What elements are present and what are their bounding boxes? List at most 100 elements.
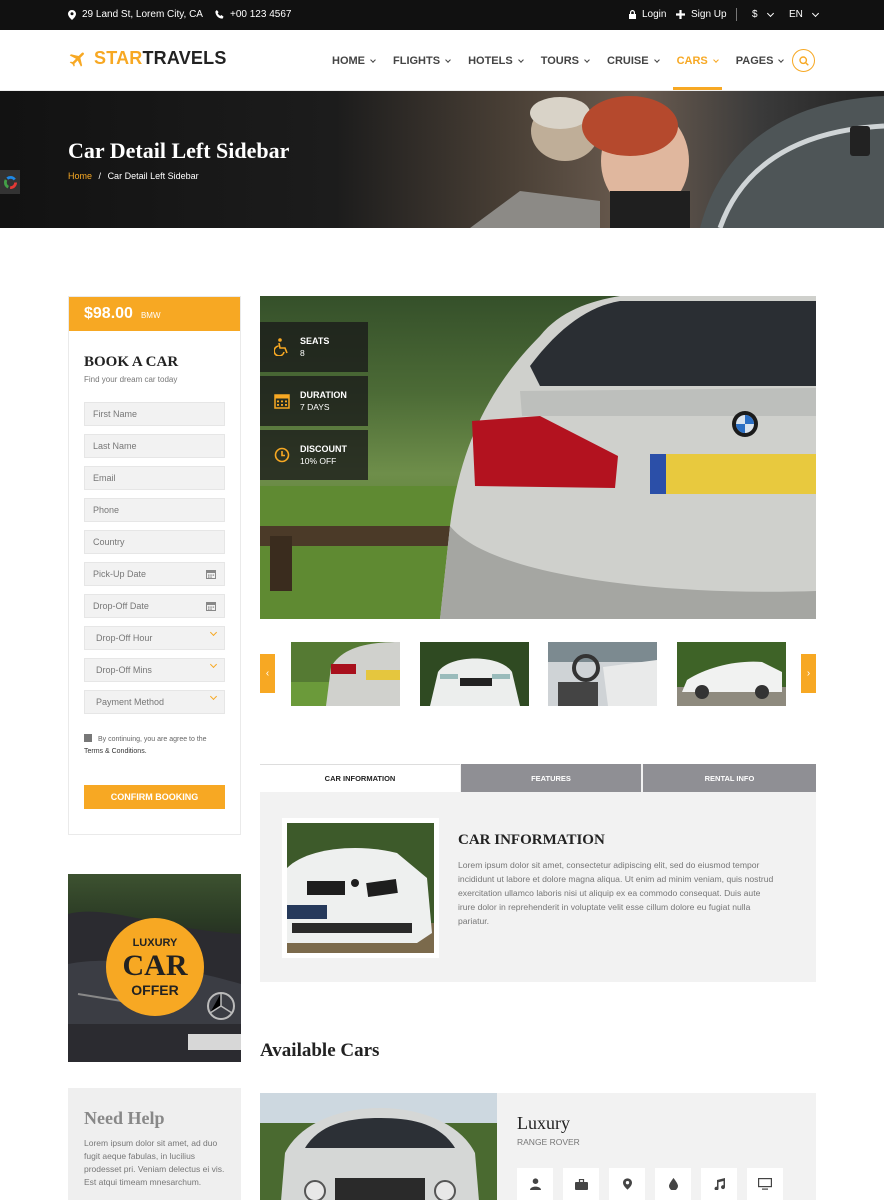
country-placeholder: Country xyxy=(93,537,125,547)
breadcrumb-home-link[interactable]: Home xyxy=(68,171,92,181)
tab-car-information[interactable]: CAR INFORMATION xyxy=(260,764,460,792)
language-select[interactable]: EN xyxy=(789,9,819,20)
confirm-booking-button[interactable]: CONFIRM BOOKING xyxy=(84,785,225,809)
car-card-photo xyxy=(260,1093,497,1200)
signup-link[interactable]: Sign Up xyxy=(676,9,727,20)
available-car-card[interactable]: Luxury RANGE ROVER xyxy=(260,1093,816,1200)
first-name-field[interactable]: First Name xyxy=(84,402,225,426)
color-wheel-icon xyxy=(3,175,17,189)
feature-passengers xyxy=(517,1168,553,1200)
chevron-down-icon xyxy=(445,56,451,63)
duration-label: DURATION xyxy=(300,390,347,400)
drop-icon xyxy=(668,1178,678,1190)
email-field[interactable]: Email xyxy=(84,466,225,490)
breadcrumb-separator: / xyxy=(98,171,102,181)
address-item: 29 Land St, Lorem City, CA xyxy=(68,9,203,20)
nav-hotels-label: HOTELS xyxy=(468,55,513,67)
gallery-prev-button[interactable]: ‹ xyxy=(260,654,275,693)
range-rover-photo xyxy=(260,1093,497,1200)
first-name-placeholder: First Name xyxy=(93,409,138,419)
terms-agreement: By continuing, you are agree to the Term… xyxy=(84,734,234,758)
terms-text: By continuing, you are agree to the xyxy=(98,736,207,743)
gallery-thumbnail-3[interactable] xyxy=(548,642,657,706)
nav-home-label: HOME xyxy=(332,55,365,67)
feature-music xyxy=(701,1168,737,1200)
car-info-image xyxy=(282,818,439,958)
tab-features[interactable]: FEATURES xyxy=(461,764,641,792)
seats-label: SEATS xyxy=(300,336,330,346)
offer-line-car: CAR xyxy=(122,948,188,982)
lock-icon xyxy=(629,10,636,19)
nav-flights-label: FLIGHTS xyxy=(393,55,441,67)
currency-select[interactable]: $ xyxy=(752,9,774,20)
monitor-icon xyxy=(758,1178,772,1190)
car-brand: BMW xyxy=(140,311,161,320)
login-link[interactable]: Login xyxy=(629,9,666,20)
offer-badge: LUXURY CAR OFFER xyxy=(106,918,204,1016)
booking-subtitle: Find your dream car today xyxy=(84,375,178,384)
terms-checkbox[interactable] xyxy=(84,734,92,742)
need-help-text: Lorem ipsum dolor sit amet, ad duo fugit… xyxy=(84,1138,225,1187)
logo-text-travels: TRAVELS xyxy=(142,48,227,68)
map-pin-icon xyxy=(68,9,76,20)
discount-label: DISCOUNT xyxy=(300,444,347,454)
car-info-title: CAR INFORMATION xyxy=(458,832,605,848)
country-field[interactable]: Country xyxy=(84,530,225,554)
nav-cruise[interactable]: CRUISE xyxy=(607,55,660,67)
address-text: 29 Land St, Lorem City, CA xyxy=(82,9,203,20)
phone-field[interactable]: Phone xyxy=(84,498,225,522)
nav-cars[interactable]: CARS xyxy=(672,55,722,90)
pickup-date-field[interactable]: Pick-Up Date xyxy=(84,562,225,586)
topbar-divider xyxy=(736,8,737,21)
nav-home[interactable]: HOME xyxy=(332,55,376,67)
last-name-field[interactable]: Last Name xyxy=(84,434,225,458)
chevron-down-icon xyxy=(370,56,376,63)
calendar-icon xyxy=(206,570,216,579)
chevron-down-icon xyxy=(766,9,774,17)
briefcase-icon xyxy=(574,1178,588,1190)
gallery-thumbnail-4[interactable] xyxy=(677,642,786,706)
dropoff-mins-select[interactable]: Drop-Off Mins xyxy=(84,658,225,682)
nav-tours[interactable]: TOURS xyxy=(541,55,590,67)
thumbnail-image xyxy=(677,642,786,706)
car-price: $98.00 xyxy=(84,305,133,322)
nav-pages[interactable]: PAGES xyxy=(736,55,785,67)
feature-luggage xyxy=(563,1168,599,1200)
color-picker-widget[interactable] xyxy=(0,170,20,194)
car-card-model: RANGE ROVER xyxy=(517,1137,580,1147)
payment-method-select[interactable]: Payment Method xyxy=(84,690,225,714)
main-nav: HOME FLIGHTS HOTELS TOURS CRUISE CARS PA… xyxy=(332,55,801,90)
tab-rental-info[interactable]: RENTAL INFO xyxy=(643,764,816,792)
terms-link[interactable]: Terms & Conditions. xyxy=(84,748,147,755)
booking-title: BOOK A CAR xyxy=(84,354,179,370)
seats-value: 8 xyxy=(300,348,305,358)
phone-item[interactable]: +00 123 4567 xyxy=(215,9,291,20)
main-header: STAR TRAVELS HOME FLIGHTS HOTELS TOURS CR… xyxy=(0,30,884,91)
gallery-thumbnail-1[interactable] xyxy=(291,642,400,706)
dropoff-date-field[interactable]: Drop-Off Date xyxy=(84,594,225,618)
calendar-icon xyxy=(206,602,216,611)
site-logo[interactable]: STAR TRAVELS xyxy=(68,48,227,69)
payment-method-value: Payment Method xyxy=(96,697,165,707)
nav-hotels[interactable]: HOTELS xyxy=(468,55,524,67)
email-placeholder: Email xyxy=(93,473,116,483)
car-info-text: Lorem ipsum dolor sit amet, consectetur … xyxy=(458,860,774,926)
plus-icon xyxy=(676,10,685,19)
nav-flights[interactable]: FLIGHTS xyxy=(393,55,451,67)
last-name-placeholder: Last Name xyxy=(93,441,137,451)
logo-text-star: STAR xyxy=(94,48,143,68)
chevron-down-icon xyxy=(584,56,590,63)
available-cars-title: Available Cars xyxy=(260,1040,380,1061)
dropoff-hour-value: Drop-Off Hour xyxy=(96,633,153,643)
gallery-thumbnail-2[interactable] xyxy=(420,642,529,706)
dropoff-hour-select[interactable]: Drop-Off Hour xyxy=(84,626,225,650)
search-button[interactable] xyxy=(792,49,815,72)
chevron-left-icon: ‹ xyxy=(265,668,270,679)
chevron-down-icon xyxy=(811,9,819,17)
luxury-car-offer-banner[interactable]: LUXURY CAR OFFER xyxy=(68,874,241,1062)
thumbnail-image xyxy=(548,642,657,706)
chevron-down-icon xyxy=(209,628,218,637)
chevron-right-icon: › xyxy=(806,668,811,679)
map-pin-icon xyxy=(622,1178,632,1190)
gallery-next-button[interactable]: › xyxy=(801,654,816,693)
